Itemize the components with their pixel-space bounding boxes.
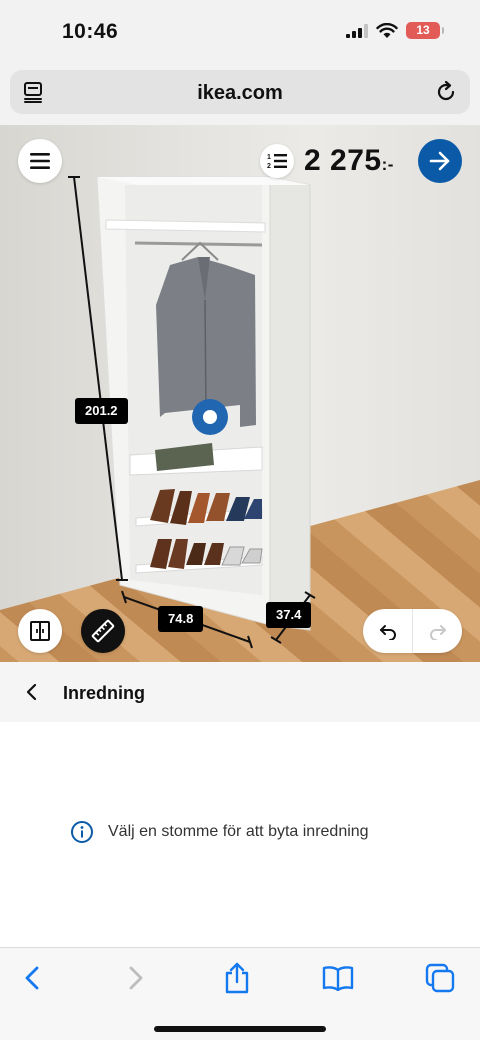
planner-3d-view[interactable]: 1 2 2 275:- 201.2 74.8 37.4 [0, 125, 480, 662]
chevron-left-icon[interactable] [22, 682, 42, 702]
toggle-measurements-button[interactable] [81, 609, 125, 653]
total-price: 2 275:- [304, 144, 394, 178]
toggle-doors-button[interactable] [18, 609, 62, 653]
hamburger-icon [30, 153, 50, 169]
browser-toolbar [0, 947, 480, 1040]
ruler-icon [91, 619, 115, 643]
address-bar-area: ikea.com [0, 64, 480, 125]
numbered-list-icon: 1 2 [267, 154, 287, 170]
status-time: 10:46 [62, 20, 119, 43]
home-indicator [154, 1026, 326, 1032]
continue-button[interactable] [418, 139, 462, 183]
status-bar: 10:46 13 [0, 0, 480, 64]
selection-handle-center [203, 410, 217, 424]
bookmarks-icon [322, 966, 354, 991]
svg-text:2: 2 [267, 163, 271, 170]
price-value: 2 275 [304, 144, 382, 177]
undo-icon [379, 625, 396, 640]
address-bar[interactable]: ikea.com [10, 70, 470, 114]
undo-redo-group [363, 609, 462, 653]
share-icon [225, 962, 249, 994]
doors-icon [30, 621, 50, 641]
info-message: Välj en stomme för att byta inredning [70, 820, 369, 844]
wardrobe-render [68, 176, 316, 649]
product-list-button[interactable]: 1 2 [260, 144, 294, 178]
svg-text:1: 1 [267, 154, 271, 161]
screen: 10:46 13 ikea.com 1 2 2 275:- 201.2 74.8… [0, 0, 480, 1040]
info-text: Välj en stomme för att byta inredning [108, 823, 369, 840]
tabs-icon [425, 963, 455, 993]
back-icon [25, 966, 39, 990]
status-icons: 13 [346, 22, 444, 39]
height-dimension-label: 201.2 [75, 398, 128, 424]
battery-icon: 13 [406, 22, 444, 39]
share-button[interactable] [221, 962, 253, 994]
arrow-right-icon [429, 151, 450, 171]
url-text[interactable]: ikea.com [10, 82, 470, 105]
selection-handle[interactable] [192, 399, 228, 435]
width-dimension-label: 74.8 [158, 606, 204, 632]
forward-button[interactable] [120, 962, 152, 994]
panel-title: Inredning [63, 683, 145, 703]
panel-header: Inredning [0, 662, 480, 722]
back-button[interactable] [16, 962, 48, 994]
redo-button[interactable] [413, 609, 462, 653]
menu-button[interactable] [18, 139, 62, 183]
price-suffix: :- [381, 155, 394, 174]
depth-dimension-label: 37.4 [266, 602, 312, 628]
signal-icon [346, 23, 368, 38]
info-icon [71, 821, 93, 843]
redo-icon [429, 625, 446, 640]
wifi-icon [376, 22, 398, 38]
tabs-button[interactable] [424, 962, 456, 994]
forward-icon [129, 966, 143, 990]
bookmarks-button[interactable] [322, 962, 354, 994]
undo-button[interactable] [363, 609, 413, 653]
reload-icon[interactable] [434, 80, 458, 104]
